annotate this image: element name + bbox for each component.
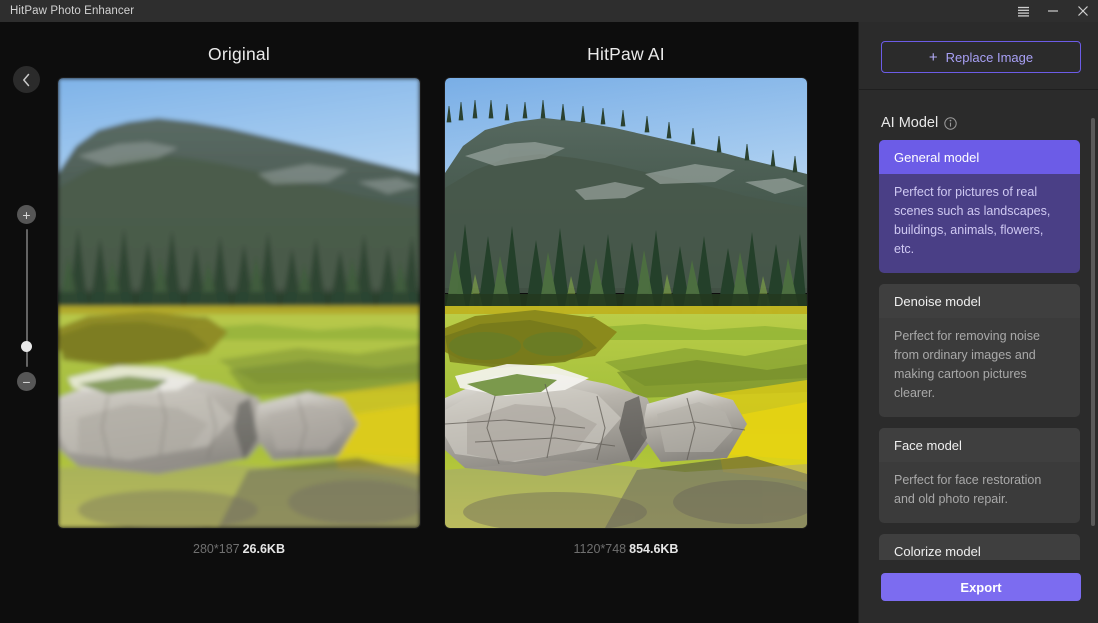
- ai-model-section-title: AI Model: [881, 115, 957, 131]
- pane-title-enhanced: HitPaw AI: [587, 44, 665, 64]
- model-card-denoise[interactable]: Denoise model Perfect for removing noise…: [879, 284, 1080, 417]
- model-description: Perfect for pictures of real scenes such…: [894, 185, 1051, 256]
- replace-image-button[interactable]: + Replace Image: [881, 41, 1081, 73]
- model-name: Face model: [879, 428, 1080, 462]
- model-name: Denoise model: [879, 284, 1080, 318]
- plus-icon: +: [928, 48, 938, 66]
- pane-original: Original 280*187 26.6KB: [58, 22, 420, 556]
- panel-divider: [859, 89, 1098, 90]
- close-button[interactable]: [1068, 0, 1098, 22]
- enhanced-meta: 1120*748 854.6KB: [445, 542, 807, 556]
- app-window: HitPaw Photo Enhancer + − Original 280*1…: [0, 0, 1098, 623]
- workspace: + − Original 280*187 26.6KB HitPaw AI 11…: [0, 22, 858, 623]
- model-name: Colorize model: [879, 534, 1080, 560]
- original-image[interactable]: [58, 78, 420, 528]
- enhanced-dimensions: 1120*748: [573, 542, 627, 556]
- export-button[interactable]: Export: [881, 573, 1081, 601]
- sidebar: + Replace Image AI Model General model P…: [858, 22, 1098, 623]
- window-controls: [1008, 0, 1098, 22]
- original-dimensions: 280*187: [193, 542, 240, 556]
- comparison-panes: Original 280*187 26.6KB HitPaw AI 1120*7…: [0, 22, 858, 623]
- menu-button[interactable]: [1008, 0, 1038, 22]
- info-icon[interactable]: [944, 116, 957, 130]
- pane-title-original: Original: [208, 44, 270, 64]
- minimize-button[interactable]: [1038, 0, 1068, 22]
- model-list[interactable]: General model Perfect for pictures of re…: [879, 140, 1083, 560]
- model-card-face[interactable]: Face model Perfect for face restoration …: [879, 428, 1080, 523]
- model-card-colorize[interactable]: Colorize model: [879, 534, 1080, 560]
- ai-model-label: AI Model: [881, 115, 939, 131]
- sidebar-scrollbar-track[interactable]: [1091, 118, 1095, 558]
- replace-image-area: + Replace Image: [859, 22, 1098, 89]
- enhanced-image[interactable]: [445, 78, 807, 528]
- export-area: Export: [859, 568, 1098, 623]
- model-description: Perfect for removing noise from ordinary…: [894, 329, 1040, 400]
- original-meta: 280*187 26.6KB: [58, 542, 420, 556]
- model-card-general[interactable]: General model Perfect for pictures of re…: [879, 140, 1080, 273]
- app-title: HitPaw Photo Enhancer: [10, 5, 135, 17]
- enhanced-photo-graphic: [445, 78, 807, 528]
- model-description: Perfect for face restoration and old pho…: [894, 473, 1042, 506]
- sidebar-scrollbar-thumb[interactable]: [1091, 118, 1095, 526]
- original-filesize: 26.6KB: [242, 542, 285, 556]
- title-bar: HitPaw Photo Enhancer: [0, 0, 1098, 22]
- original-photo-graphic: [58, 78, 420, 528]
- model-name: General model: [879, 140, 1080, 174]
- enhanced-filesize: 854.6KB: [629, 542, 679, 556]
- pane-enhanced: HitPaw AI 1120*748 854.6KB: [445, 22, 807, 556]
- replace-image-label: Replace Image: [945, 49, 1034, 65]
